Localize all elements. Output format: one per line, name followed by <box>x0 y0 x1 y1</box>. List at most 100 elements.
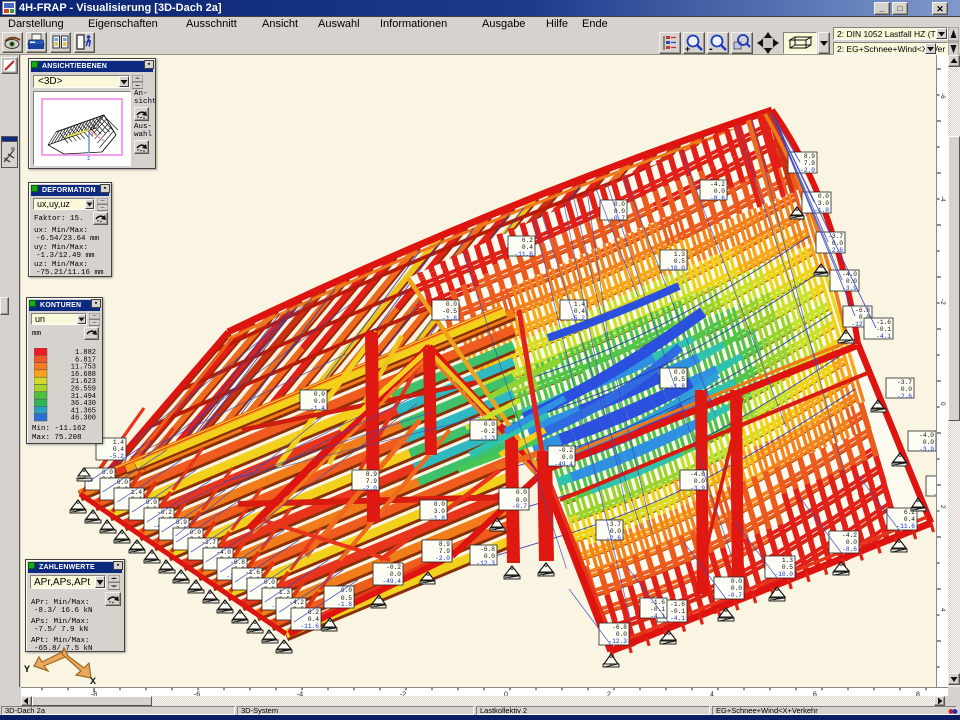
svg-text:46.300: 46.300 <box>71 415 96 423</box>
svg-text:1.4: 1.4 <box>113 439 124 446</box>
svg-text:-10.0: -10.0 <box>774 571 793 578</box>
svg-text:-4.2: -4.2 <box>842 532 857 539</box>
svg-text:-4.2: -4.2 <box>710 181 725 188</box>
svg-text:0.0: 0.0 <box>446 301 457 308</box>
svg-text:0.0: 0.0 <box>484 553 495 560</box>
svg-text:-2.0: -2.0 <box>435 555 450 562</box>
svg-text:-11.6: -11.6 <box>300 623 319 630</box>
svg-text:1.3: 1.3 <box>279 589 290 596</box>
svg-text:-0.7: -0.7 <box>512 503 527 510</box>
svg-text:1.3: 1.3 <box>782 557 793 564</box>
svg-text:Y: Y <box>24 665 30 676</box>
svg-text:-10.0: -10.0 <box>666 265 685 272</box>
svg-text:-0.2: -0.2 <box>480 428 495 435</box>
svg-text:0.0: 0.0 <box>264 579 275 586</box>
svg-text:-6: -6 <box>939 93 946 99</box>
svg-text:6.2: 6.2 <box>522 237 533 244</box>
svg-text:8.9: 8.9 <box>366 471 377 478</box>
svg-text:7.9: 7.9 <box>366 478 377 485</box>
svg-text:-0.1: -0.1 <box>670 608 685 615</box>
svg-text:0.0: 0.0 <box>846 278 857 285</box>
svg-text:-: - <box>709 43 713 53</box>
svg-text:-49.4: -49.4 <box>554 461 573 468</box>
svg-text:0.0: 0.0 <box>674 369 685 376</box>
svg-text:-6.8: -6.8 <box>480 546 495 553</box>
svg-text:2: 2 <box>939 505 946 509</box>
svg-text:-3.9: -3.9 <box>690 485 705 492</box>
svg-text:-4.2: -4.2 <box>289 599 304 606</box>
svg-text:-2.6: -2.6 <box>606 535 621 542</box>
svg-text:0.0: 0.0 <box>731 585 742 592</box>
svg-text:0.0: 0.0 <box>484 421 495 428</box>
svg-text:-1.8: -1.8 <box>442 315 457 322</box>
svg-text:-11.6: -11.6 <box>514 251 533 258</box>
svg-text:0.0: 0.0 <box>818 193 829 200</box>
svg-text:0.4: 0.4 <box>522 244 533 251</box>
svg-text:-0.5: -0.5 <box>442 308 457 315</box>
svg-text:-1.8: -1.8 <box>814 207 829 214</box>
svg-text:3.0: 3.0 <box>818 200 829 207</box>
svg-text:-2.0: -2.0 <box>800 167 815 174</box>
svg-text:-49.4: -49.4 <box>382 578 401 585</box>
svg-text:-2: -2 <box>939 299 946 305</box>
svg-text:-1.6: -1.6 <box>670 601 685 608</box>
svg-text:-1.8: -1.8 <box>337 601 352 608</box>
svg-text:0.5: 0.5 <box>674 376 685 383</box>
svg-text:-1.4: -1.4 <box>310 405 325 412</box>
svg-text:0.0: 0.0 <box>901 386 912 393</box>
svg-text:0.4: 0.4 <box>574 308 585 315</box>
svg-text:-6.8: -6.8 <box>855 307 870 314</box>
svg-text:0.0: 0.0 <box>314 398 325 405</box>
svg-text:0.4: 0.4 <box>308 616 319 623</box>
svg-text:0: 0 <box>939 402 946 406</box>
svg-text:0.4: 0.4 <box>113 446 124 453</box>
svg-text:6.2: 6.2 <box>308 609 319 616</box>
svg-text:-2.0: -2.0 <box>362 485 377 492</box>
svg-text:0.0: 0.0 <box>117 479 128 486</box>
svg-text:-12.3: -12.3 <box>476 560 495 567</box>
svg-text:-6.8: -6.8 <box>230 559 245 566</box>
svg-text:0.5: 0.5 <box>674 258 685 265</box>
svg-text:-1.8: -1.8 <box>670 383 685 390</box>
svg-text:8.9: 8.9 <box>439 541 450 548</box>
svg-text:1.3: 1.3 <box>674 251 685 258</box>
svg-text:0.0: 0.0 <box>923 439 934 446</box>
svg-text:8.9: 8.9 <box>176 519 187 526</box>
svg-text:0.0: 0.0 <box>714 188 725 195</box>
svg-text:-12.3: -12.3 <box>608 638 627 645</box>
svg-text:0.4: 0.4 <box>904 516 915 523</box>
svg-text:0.0: 0.0 <box>562 454 573 461</box>
svg-text:0.0: 0.0 <box>731 578 742 585</box>
svg-text:3.0: 3.0 <box>434 508 445 515</box>
svg-text:z: z <box>87 155 91 162</box>
svg-text:0.0: 0.0 <box>610 528 621 535</box>
svg-text:0.0: 0.0 <box>146 499 157 506</box>
svg-text:-4.1: -4.1 <box>876 333 891 340</box>
svg-text:-3.9: -3.9 <box>919 446 934 453</box>
svg-text:0.0: 0.0 <box>516 489 527 496</box>
svg-text:-4.0: -4.0 <box>919 432 934 439</box>
svg-text:7.9: 7.9 <box>439 548 450 555</box>
svg-text:0.0: 0.0 <box>616 631 627 638</box>
svg-text:-8.6: -8.6 <box>842 546 857 553</box>
svg-text:-1.8: -1.8 <box>430 515 445 522</box>
svg-text:-1.6: -1.6 <box>876 319 891 326</box>
svg-text:-0.2: -0.2 <box>386 564 401 571</box>
svg-text:8.9: 8.9 <box>804 153 815 160</box>
svg-text:-4: -4 <box>939 196 946 202</box>
svg-text:0.0: 0.0 <box>694 478 705 485</box>
svg-text:-5.2: -5.2 <box>109 453 124 460</box>
svg-text:-6.8: -6.8 <box>612 624 627 631</box>
svg-text:4: 4 <box>939 608 946 612</box>
svg-text:X: X <box>90 677 96 685</box>
svg-text:0.0: 0.0 <box>314 391 325 398</box>
svg-text:-11.6: -11.6 <box>896 523 915 530</box>
svg-text:-8.6: -8.6 <box>710 195 725 202</box>
svg-text:-3.7: -3.7 <box>897 379 912 386</box>
svg-text:-4.1: -4.1 <box>670 615 685 622</box>
svg-text:7.9: 7.9 <box>804 160 815 167</box>
svg-text:-2.6: -2.6 <box>897 393 912 400</box>
svg-text:0.0: 0.0 <box>190 529 201 536</box>
svg-text:0.0: 0.0 <box>614 201 625 208</box>
svg-text:0.5: 0.5 <box>782 564 793 571</box>
